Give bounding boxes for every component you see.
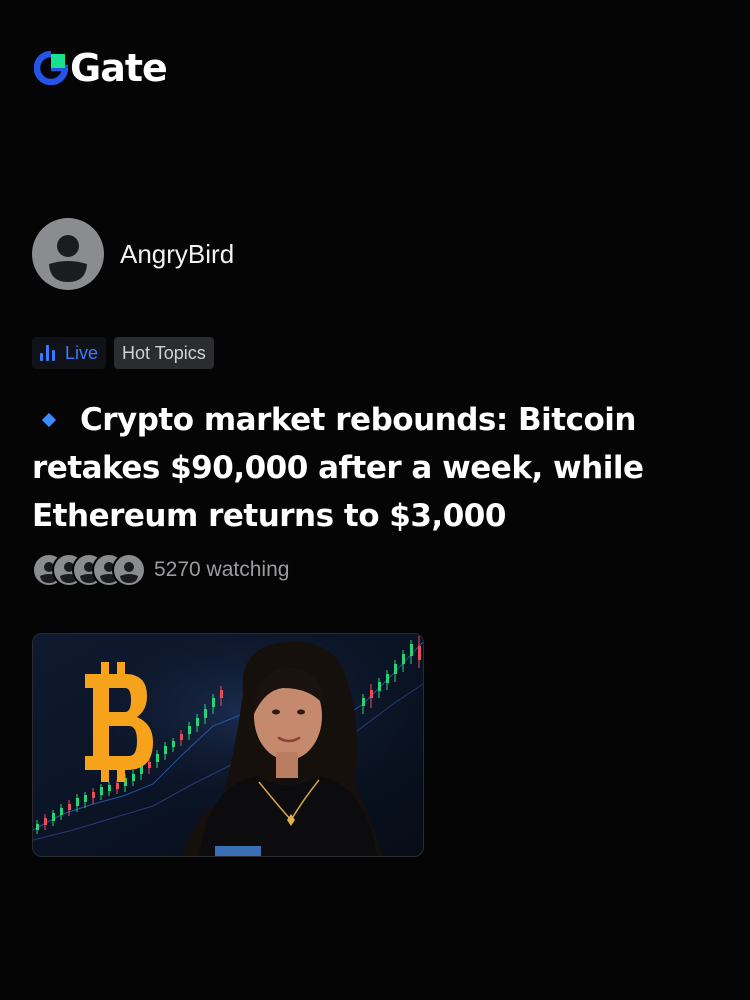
gate-logo-icon (34, 51, 68, 85)
stream-thumbnail[interactable] (32, 633, 424, 857)
brand-name: Gate (70, 46, 168, 90)
gate-logo[interactable]: Gate (34, 46, 168, 90)
hot-topics-label: Hot Topics (122, 342, 206, 363)
watching-count: 5270 watching (154, 558, 290, 581)
hot-topics-tag[interactable]: Hot Topics (114, 337, 214, 369)
headline-text: Crypto market rebounds: Bitcoin retakes … (32, 402, 644, 534)
post-author[interactable]: AngryBird (32, 218, 234, 290)
diamond-icon (41, 412, 57, 427)
author-name[interactable]: AngryBird (120, 239, 234, 270)
live-label: Live (65, 342, 99, 363)
bar-chart-icon (40, 345, 55, 361)
watchers-row: 5270 watching (32, 553, 289, 587)
thumbnail-image (33, 634, 423, 856)
live-badge[interactable]: Live (32, 337, 107, 369)
watcher-avatar-icon (112, 553, 146, 587)
watcher-avatars (32, 553, 146, 587)
post-headline[interactable]: Crypto market rebounds: Bitcoin retakes … (32, 396, 672, 540)
user-avatar-icon[interactable] (32, 218, 104, 290)
post-tags: Live Hot Topics (32, 337, 214, 369)
